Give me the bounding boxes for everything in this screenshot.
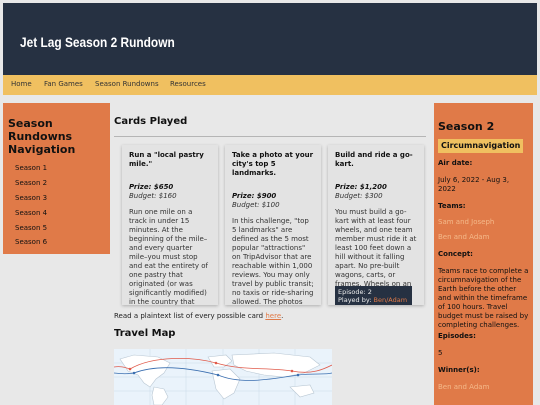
challenge-card[interactable]: Take a photo at your city's top 5 landma… bbox=[225, 145, 321, 305]
cards-played-heading: Cards Played bbox=[114, 116, 188, 127]
card-played-by-label: Played by: bbox=[338, 296, 372, 304]
team-item: Ben and Adam bbox=[438, 233, 490, 241]
card-budget: Budget: $300 bbox=[335, 192, 383, 200]
season-link-5[interactable]: Season 5 bbox=[15, 224, 47, 232]
section-divider bbox=[114, 136, 426, 137]
teams-label: Teams: bbox=[438, 202, 466, 210]
page-title: Jet Lag Season 2 Rundown bbox=[20, 34, 175, 50]
card-description: Run one mile on a track in under 15 minu… bbox=[129, 208, 208, 305]
season-info-sidebar: Season 2 Circumnavigation Air date: July… bbox=[434, 103, 533, 405]
nav-season-rundowns[interactable]: Season Rundowns bbox=[95, 80, 159, 88]
plaintext-prefix: Read a plaintext list of every possible … bbox=[114, 312, 266, 320]
card-title: Take a photo at your city's top 5 landma… bbox=[232, 151, 314, 177]
card-episode-badge: Episode: 2 Played by: Ben/Adam bbox=[335, 286, 412, 305]
challenge-card[interactable]: Run a "local pastry mile." Prize: $650 B… bbox=[122, 145, 218, 305]
card-budget: Budget: $100 bbox=[232, 201, 280, 209]
team-item: Sam and Joseph bbox=[438, 218, 495, 226]
nav-fan-games[interactable]: Fan Games bbox=[44, 80, 83, 88]
card-title: Build and ride a go-kart. bbox=[335, 151, 413, 168]
card-episode: Episode: 2 bbox=[338, 288, 372, 296]
season-link-6[interactable]: Season 6 bbox=[15, 238, 47, 246]
air-date-value: July 6, 2022 - Aug 3, 2022 bbox=[438, 176, 510, 193]
card-prize: Prize: $900 bbox=[232, 192, 277, 200]
concept-label: Concept: bbox=[438, 250, 473, 258]
episodes-value: 5 bbox=[438, 349, 443, 357]
season-link-3[interactable]: Season 3 bbox=[15, 194, 47, 202]
card-description: You must build a go-kart with at least f… bbox=[335, 208, 417, 297]
concept-value: Teams race to complete a circumnavigatio… bbox=[438, 267, 529, 329]
nav-resources[interactable]: Resources bbox=[170, 80, 206, 88]
travel-map[interactable] bbox=[114, 349, 332, 405]
card-budget: Budget: $160 bbox=[129, 192, 177, 200]
nav-home[interactable]: Home bbox=[11, 80, 32, 88]
season-title: Season 2 bbox=[438, 120, 495, 133]
site-header: Jet Lag Season 2 Rundown bbox=[3, 3, 537, 75]
winners-value: Ben and Adam bbox=[438, 383, 490, 391]
card-description: In this challenge, "top 5 landmarks" are… bbox=[232, 217, 314, 305]
air-date-label: Air date: bbox=[438, 159, 473, 167]
episodes-label: Episodes: bbox=[438, 332, 476, 340]
season-link-2[interactable]: Season 2 bbox=[15, 179, 47, 187]
season-link-1[interactable]: Season 1 bbox=[15, 164, 47, 172]
plaintext-suffix: . bbox=[281, 312, 284, 320]
card-played-by: Ben/Adam bbox=[373, 296, 408, 304]
season-nav-sidebar: Season Rundowns Navigation Season 1 Seas… bbox=[3, 103, 110, 254]
main-content: Cards Played Run a "local pastry mile." … bbox=[114, 103, 430, 405]
plaintext-link[interactable]: here bbox=[265, 312, 281, 320]
travel-map-heading: Travel Map bbox=[114, 328, 176, 339]
world-map-graphic bbox=[114, 349, 332, 405]
season-link-4[interactable]: Season 4 bbox=[15, 209, 47, 217]
season-theme-tag: Circumnavigation bbox=[438, 139, 524, 153]
winners-label: Winner(s): bbox=[438, 366, 480, 374]
card-prize: Prize: $1,200 bbox=[335, 183, 387, 191]
card-title: Run a "local pastry mile." bbox=[129, 151, 204, 168]
plaintext-note: Read a plaintext list of every possible … bbox=[114, 312, 283, 320]
season-nav-heading: Season Rundowns Navigation bbox=[8, 117, 76, 156]
card-prize: Prize: $650 bbox=[129, 183, 174, 191]
top-nav: Home Fan Games Season Rundowns Resources bbox=[3, 75, 537, 95]
challenge-card[interactable]: Build and ride a go-kart. Prize: $1,200 … bbox=[328, 145, 424, 305]
